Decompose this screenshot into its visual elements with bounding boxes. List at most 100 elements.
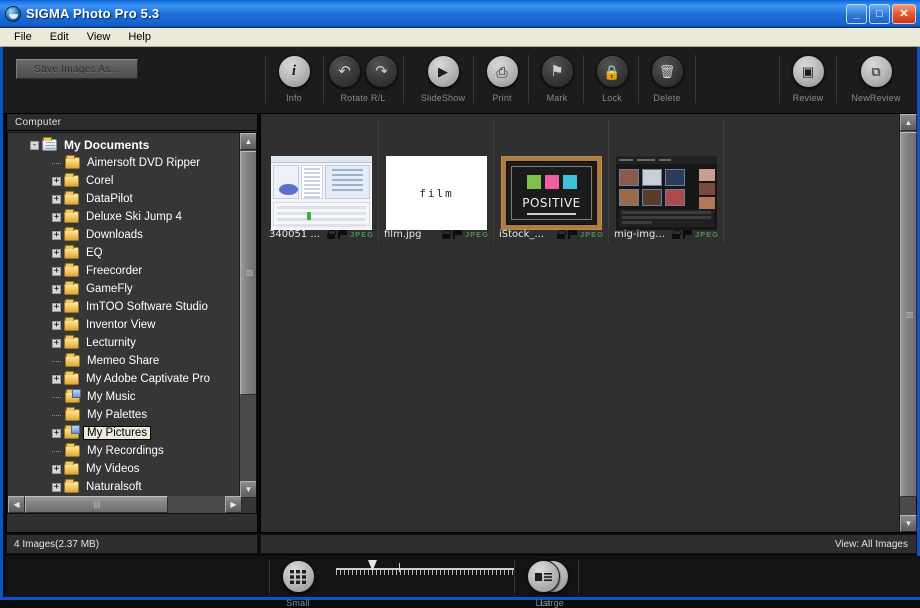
lock-icon[interactable]	[441, 230, 451, 239]
tree-item[interactable]: + Freecorder	[8, 262, 240, 280]
menu-help[interactable]: Help	[120, 29, 159, 46]
thumbnail-image[interactable]: film	[386, 156, 487, 230]
tree-item[interactable]: My Music	[8, 388, 240, 406]
tree-item[interactable]: + Downloads	[8, 226, 240, 244]
expand-icon[interactable]: +	[52, 194, 61, 204]
minimize-icon: _	[853, 7, 860, 20]
thumbnail-item[interactable]: POSITIVE iStock_... JPEG	[495, 120, 609, 244]
thumbnail-filename: film.jpg	[384, 229, 422, 240]
lock-icon[interactable]	[671, 230, 681, 239]
expand-icon[interactable]: +	[52, 248, 61, 258]
minimize-button[interactable]: _	[846, 3, 867, 24]
tree-scroll-left-button[interactable]: ◀	[8, 496, 25, 513]
rotate-left-icon[interactable]: ↶	[328, 55, 361, 88]
tree-horizontal-scrollbar[interactable]: ◀ ▶	[8, 496, 242, 513]
tree-item[interactable]: + My Pictures	[8, 424, 240, 442]
tree-item[interactable]: + EQ	[8, 244, 240, 262]
expand-icon[interactable]: +	[52, 374, 61, 384]
expand-icon[interactable]: +	[52, 266, 61, 276]
tree-connector	[52, 414, 61, 416]
tree-item[interactable]: Memeo Share	[8, 352, 240, 370]
small-thumbnails-button[interactable]: Small	[270, 556, 326, 608]
expand-icon[interactable]: +	[52, 320, 61, 330]
expand-icon[interactable]: +	[52, 464, 61, 474]
expand-icon[interactable]: +	[52, 284, 61, 294]
tree-item[interactable]: Aimersoft DVD Ripper	[8, 154, 240, 172]
tree-scroll-down-button[interactable]: ▼	[240, 481, 256, 498]
tree-hscroll-thumb[interactable]	[25, 496, 168, 513]
tree-item-label: My Recordings	[87, 445, 164, 457]
thumbnail-image[interactable]	[616, 156, 717, 230]
expand-icon[interactable]: +	[52, 338, 61, 348]
toolbar-button-info[interactable]: i Info	[266, 47, 322, 103]
tree-item-label: EQ	[86, 247, 103, 259]
tree-item[interactable]: + Naturalsoft	[8, 478, 240, 496]
tree-scroll-up-button[interactable]: ▲	[240, 133, 256, 150]
thumbnail-image[interactable]	[271, 156, 372, 230]
menu-edit[interactable]: Edit	[42, 29, 77, 46]
tree-item[interactable]: + Lecturnity	[8, 334, 240, 352]
folder-icon	[64, 299, 79, 313]
toolbar-button-review[interactable]: ▣ Review	[780, 47, 836, 103]
tree-item[interactable]: + ImTOO Software Studio	[8, 298, 240, 316]
expand-icon[interactable]: +	[52, 212, 61, 222]
rotate-right-icon[interactable]: ↷	[365, 55, 398, 88]
expand-icon[interactable]: +	[52, 428, 61, 438]
lock-icon[interactable]	[326, 230, 336, 239]
thumbnail-item[interactable]: film film.jpg JPEG	[380, 120, 494, 244]
flag-icon[interactable]	[682, 230, 692, 239]
flag-icon[interactable]	[452, 230, 462, 239]
toolbar-button-slideshow[interactable]: ▶ SlideShow	[404, 47, 482, 103]
toolbar-button-newreview[interactable]: ⧉ NewReview	[837, 47, 915, 103]
toolbar-label-mark: Mark	[546, 93, 568, 103]
tree-item[interactable]: + Corel	[8, 172, 240, 190]
tree-item[interactable]: + Deluxe Ski Jump 4	[8, 208, 240, 226]
save-images-as-button[interactable]: Save Images As...	[16, 59, 138, 79]
toolbar-label-rotate: Rotate R/L	[340, 93, 386, 103]
tree-item[interactable]: + My Adobe Captivate Pro	[8, 370, 240, 388]
thumbnail-size-slider[interactable]	[336, 560, 514, 582]
flag-icon[interactable]	[337, 230, 347, 239]
thumb-scroll-up-button[interactable]: ▲	[900, 114, 917, 131]
thumbnail-vertical-scrollbar[interactable]: ▲ ▼	[899, 114, 917, 532]
collapse-icon[interactable]: -	[30, 140, 39, 150]
tree-item[interactable]: My Palettes	[8, 406, 240, 424]
thumbnail-caption: iStock_... JPEG	[499, 228, 604, 241]
expand-icon[interactable]: +	[52, 302, 61, 312]
flag-icon[interactable]	[567, 230, 577, 239]
list-view-glyph	[534, 572, 552, 581]
expand-icon[interactable]: +	[52, 482, 61, 492]
menu-view[interactable]: View	[79, 29, 119, 46]
folder-tree[interactable]: - My Documents Aimersoft DVD Ripper + Corel +…	[7, 132, 257, 514]
folder-icon	[64, 281, 79, 295]
close-button[interactable]: ✕	[892, 3, 916, 24]
thumb-scroll-down-button[interactable]: ▼	[900, 515, 917, 532]
toolbar-button-print[interactable]: ⎙ Print	[474, 47, 530, 103]
tree-scroll-thumb[interactable]	[240, 151, 256, 395]
list-view-button[interactable]: List	[515, 556, 571, 608]
tree-item[interactable]: - My Documents	[8, 136, 240, 154]
tree-item[interactable]: + GameFly	[8, 280, 240, 298]
toolbar-button-mark[interactable]: ⚑ Mark	[529, 47, 585, 103]
tree-item[interactable]: + Inventor View	[8, 316, 240, 334]
tree-panel-header: Computer	[7, 114, 257, 131]
thumbnail-grid[interactable]: 340051 ... JPEG film film.jpg JPEG POSITIVE iS…	[261, 114, 899, 532]
lock-icon[interactable]	[556, 230, 566, 239]
tree-item[interactable]: + DataPilot	[8, 190, 240, 208]
thumbnail-item[interactable]: mig-img... JPEG	[610, 120, 724, 244]
maximize-button[interactable]: □	[869, 3, 890, 24]
expand-icon[interactable]: +	[52, 176, 61, 186]
expand-icon[interactable]: +	[52, 230, 61, 240]
tree-scroll-right-button[interactable]: ▶	[225, 496, 242, 513]
thumbnail-item[interactable]: 340051 ... JPEG	[265, 120, 379, 244]
tree-item-label: My Palettes	[87, 409, 148, 421]
toolbar-button-delete[interactable]: 🗑 Delete	[639, 47, 695, 103]
tree-vertical-scrollbar[interactable]: ▲ ▼	[239, 133, 256, 498]
thumbnail-image[interactable]: POSITIVE	[501, 156, 602, 230]
toolbar-button-rotate[interactable]: ↶ ↷ Rotate R/L	[324, 47, 402, 103]
tree-item[interactable]: My Recordings	[8, 442, 240, 460]
tree-item[interactable]: + My Videos	[8, 460, 240, 478]
thumb-scroll-thumb[interactable]	[900, 132, 917, 497]
menu-file[interactable]: File	[6, 29, 40, 46]
toolbar-button-lock[interactable]: 🔒 Lock	[584, 47, 640, 103]
